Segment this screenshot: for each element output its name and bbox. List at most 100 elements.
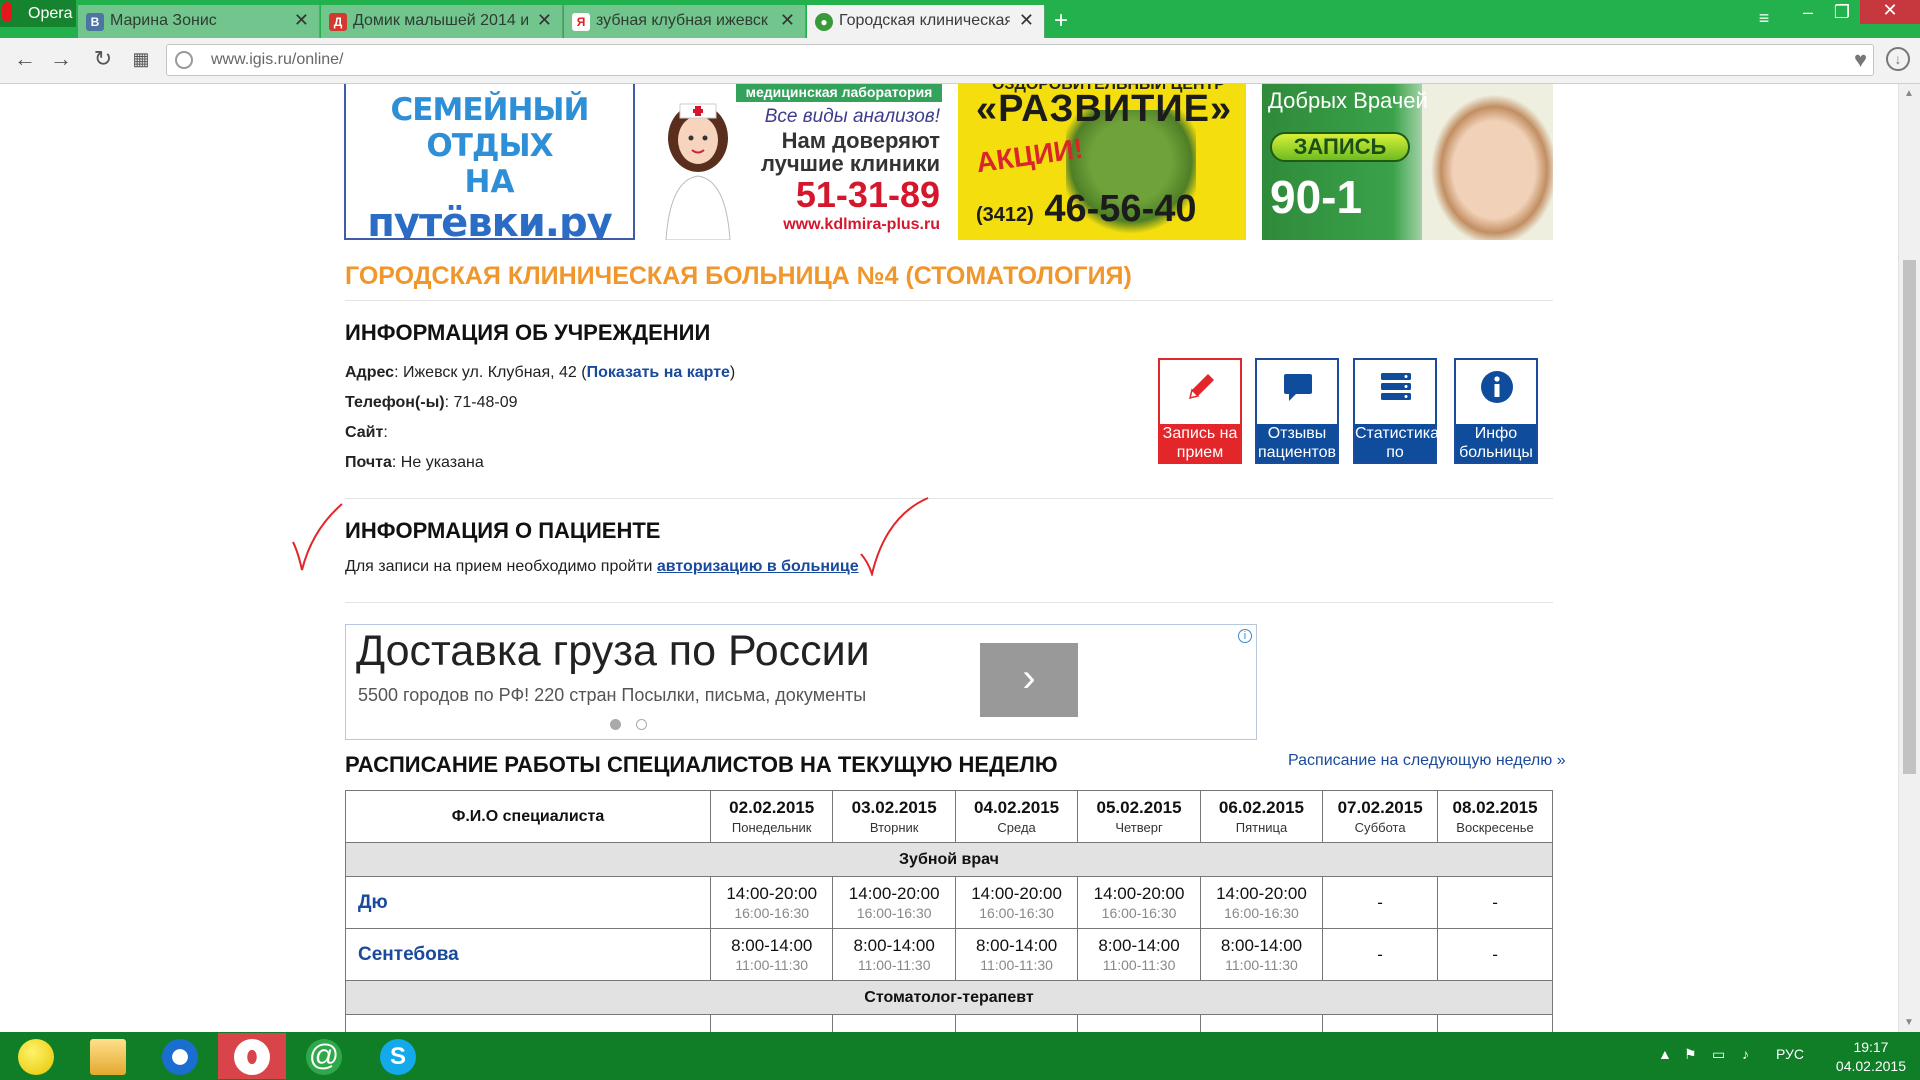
network-icon[interactable]: ▭ [1712,1046,1725,1063]
ad-block[interactable]: Доставка груза по России 5500 городов по… [345,624,1257,740]
close-window-icon[interactable]: ✕ [1860,0,1920,24]
new-tab-plus-icon[interactable]: + [1054,7,1068,35]
taskbar-mailru[interactable]: @ [290,1033,358,1079]
speed-dial-grid-icon[interactable]: ▦ [128,49,154,70]
schedule-cell[interactable]: 14:00-20:00 16:00-16:30 [1199,876,1324,929]
browser-tab-1[interactable]: В Марина Зонис ✕ [78,5,320,38]
back-arrow-icon[interactable]: ← [12,46,38,72]
appointment-button[interactable]: Запись на прием [1158,358,1242,464]
scroll-down-icon[interactable]: ▼ [1904,1017,1914,1028]
scroll-up-icon[interactable]: ▲ [1904,88,1914,99]
close-tab-icon[interactable]: ✕ [1019,10,1034,31]
forward-arrow-icon[interactable]: → [48,46,74,72]
tab-title: зубная клубная ижевск – [596,12,771,29]
phone-line: Телефон(-ы): 71-48-09 [345,394,518,412]
taskbar-smiley[interactable] [2,1033,70,1079]
statistics-button[interactable]: Статистика по записям [1353,358,1440,480]
vertical-scrollbar[interactable]: ▲ ▼ [1898,84,1920,1032]
taskbar-ccleaner[interactable] [146,1033,214,1079]
schedule-cell[interactable]: 8:00-14:00 [1077,1014,1201,1032]
language-indicator[interactable]: РУС [1776,1046,1804,1062]
nurse-illustration-icon [665,103,731,240]
tab-title: Домик малышей 2014 и с [353,12,528,29]
maximize-icon[interactable]: ❐ [1822,2,1862,23]
site-info-icon[interactable] [175,51,193,69]
bookmark-heart-icon[interactable]: ♥ [1854,47,1867,73]
opera-menu-button[interactable]: Opera [0,0,76,27]
schedule-cell [1437,1014,1553,1032]
schedule-cell[interactable]: 8:00-14:00 11:00-11:30 [832,928,956,981]
banner-putevki[interactable]: СЕМЕЙНЫЙ ОТДЫХ НА путёвки.ру [344,84,635,240]
schedule-cell[interactable]: 14:00-20:00 16:00-16:30 [1077,876,1201,929]
taskbar-skype[interactable]: S [364,1033,432,1079]
phone-value: : 71-48-09 [444,394,518,411]
schedule-cell[interactable]: 8:00-14:00 [832,1014,956,1032]
ccleaner-icon [162,1039,198,1075]
reload-icon[interactable]: ↻ [90,46,116,72]
schedule-cell[interactable]: 8:00-14:00 11:00-11:30 [709,928,834,981]
action-center-flag-icon[interactable]: ⚑ [1684,1046,1697,1063]
browser-tab-4-active[interactable]: ● Городская клиническая б ✕ [807,5,1045,38]
opera-logo-icon [2,2,12,22]
browser-tab-2[interactable]: Д Домик малышей 2014 и с ✕ [321,5,563,38]
scrollbar-thumb[interactable] [1903,260,1916,774]
comment-icon [1284,374,1312,401]
day-weekday: Пятница [1235,820,1288,835]
mail-label: Почта [345,454,392,471]
tray-expand-icon[interactable]: ▲ [1658,1046,1672,1062]
banner-header: медицинская лаборатория [736,84,942,102]
hospital-info-button[interactable]: Инфо больницы [1454,358,1538,464]
ad-next-button[interactable]: › [980,643,1078,717]
work-hours: 8:00-14:00 [853,936,935,955]
work-hours: 8:00-14:00 [1220,936,1303,955]
doctor-name-link[interactable]: Сентебова [345,928,711,981]
volume-icon[interactable]: ♪ [1742,1046,1749,1062]
folder-icon [90,1039,126,1075]
action-label-line1: Статистика [1355,425,1440,442]
table-row: А8:00-14:008:00-14:008:00-14:008:00-14:0… [345,1014,1553,1032]
auth-link[interactable]: авторизацию в больнице [657,558,859,575]
doctor-name-link[interactable]: А [345,1014,711,1032]
download-icon[interactable]: ↓ [1886,47,1910,71]
reviews-button[interactable]: Отзывы пациентов [1255,358,1339,464]
schedule-cell[interactable]: 8:00-14:00 [709,1014,834,1032]
show-on-map-link[interactable]: Показать на карте [587,364,730,381]
tab-menu-icon[interactable]: ≡ [1744,8,1784,29]
schedule-cell[interactable]: 14:00-20:00 16:00-16:30 [954,876,1079,929]
work-hours: 8:00-14:00 [1098,936,1180,955]
doctor-name-link[interactable]: Дю [345,876,711,929]
schedule-cell: - [1437,928,1553,981]
banner-dobrykh-vrachey[interactable]: Добрых Врачей ЗАПИСЬ 90-1 [1262,84,1553,240]
taskbar-opera[interactable] [218,1033,286,1079]
ad-info-icon[interactable]: i [1238,629,1252,643]
banner-razvitie[interactable]: ОЗДОРОВИТЕЛЬНЫЙ ЦЕНТР «РАЗВИТИЕ» АКЦИИ! … [958,84,1246,240]
system-clock[interactable]: 19:17 04.02.2015 [1836,1038,1906,1076]
schedule-cell[interactable]: 8:00-14:00 11:00-11:30 [1199,928,1324,981]
banner-phone: 90-1 [1270,171,1363,223]
globe-icon: ● [815,13,833,31]
action-label: Отзывы пациентов [1257,424,1337,462]
close-tab-icon[interactable]: ✕ [537,10,552,31]
ad-title[interactable]: Доставка груза по России [356,627,870,676]
taskbar-explorer[interactable] [74,1033,142,1079]
day-header: 07.02.2015 Суббота [1322,790,1439,843]
schedule-cell[interactable]: 14:00-20:00 16:00-16:30 [832,876,956,929]
close-tab-icon[interactable]: ✕ [780,10,795,31]
schedule-cell[interactable]: 14:00-20:00 16:00-16:30 [709,876,834,929]
break-hours: 16:00-16:30 [1101,905,1177,921]
next-week-link[interactable]: Расписание на следующую неделю » [1288,752,1566,770]
browser-tab-3[interactable]: Я зубная клубная ижевск – ✕ [564,5,806,38]
day-weekday: Понедельник [731,820,812,835]
ad-pager-dot[interactable] [636,719,647,730]
patient-auth-text: Для записи на прием необходимо пройти ав… [345,558,859,576]
close-tab-icon[interactable]: ✕ [294,10,309,31]
schedule-cell[interactable]: 8:00-14:00 11:00-11:30 [1077,928,1201,981]
schedule-cell[interactable]: 8:00-14:00 [954,1014,1079,1032]
schedule-cell[interactable]: 8:00-14:00 [1199,1014,1324,1032]
ad-pager-dot-active[interactable] [610,719,621,730]
url-input[interactable]: www.igis.ru/online/ ♥ [166,44,1874,76]
break-hours: 11:00-11:30 [980,957,1053,973]
url-text[interactable]: www.igis.ru/online/ [211,51,344,69]
banner-lab[interactable]: медицинская лаборатория Все виды анализо… [650,84,942,240]
schedule-cell[interactable]: 8:00-14:00 11:00-11:30 [954,928,1079,981]
